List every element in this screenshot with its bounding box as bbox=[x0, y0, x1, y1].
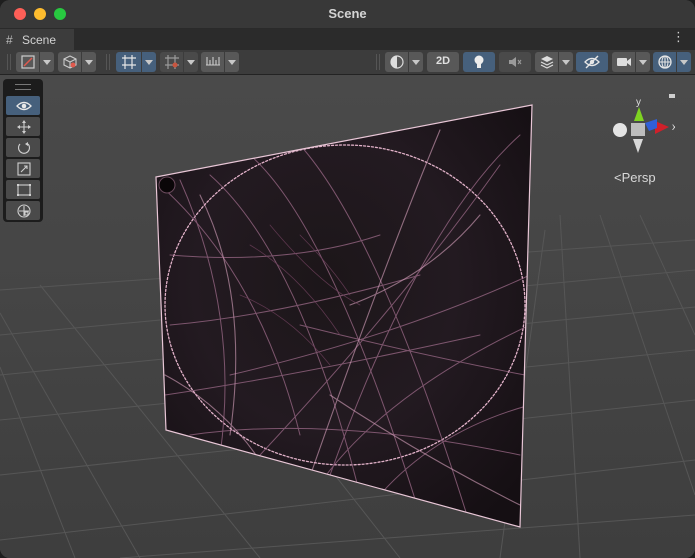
title-bar: Scene bbox=[0, 0, 695, 29]
transform-tool-button[interactable] bbox=[6, 201, 40, 220]
scene-canvas[interactable] bbox=[0, 75, 695, 558]
transform-icon bbox=[17, 204, 31, 218]
increment-snap-icon bbox=[165, 55, 179, 69]
pivot-icon bbox=[21, 55, 35, 69]
scale-tool-button[interactable] bbox=[6, 159, 40, 178]
projection-label: Persp bbox=[621, 170, 656, 185]
pivot-space-dropdown[interactable] bbox=[58, 52, 96, 72]
rotate-icon bbox=[17, 142, 31, 154]
cube-icon bbox=[63, 55, 77, 69]
hidden-eye-icon bbox=[584, 55, 600, 69]
more-options-icon[interactable]: ⋮ bbox=[672, 30, 685, 43]
scale-icon bbox=[17, 162, 31, 176]
gizmo-neg-y-cone[interactable] bbox=[633, 139, 643, 153]
scene-visibility-toggle[interactable] bbox=[576, 52, 608, 72]
orientation-gizmo[interactable]: y x bbox=[605, 85, 675, 159]
move-tool-button[interactable] bbox=[6, 117, 40, 136]
speaker-mute-icon bbox=[509, 57, 522, 67]
projection-toggle[interactable]: <Persp bbox=[614, 170, 656, 185]
rect-tool-button[interactable] bbox=[6, 180, 40, 199]
lighting-toggle[interactable] bbox=[463, 52, 495, 72]
tab-strip: # Scene ⋮ bbox=[0, 29, 695, 50]
ruler-dropdown[interactable] bbox=[201, 52, 239, 72]
rect-icon bbox=[17, 184, 31, 196]
increment-snapping-dropdown[interactable] bbox=[160, 52, 198, 72]
gizmo-x-label: x bbox=[672, 122, 675, 133]
gizmo-center-cube[interactable] bbox=[631, 123, 645, 136]
gizmo-lock-icon[interactable] bbox=[669, 94, 675, 98]
toolbar-grip-icon bbox=[7, 54, 11, 70]
scene-viewport[interactable]: y x <Persp bbox=[0, 75, 695, 558]
tool-handle-dropdown[interactable] bbox=[16, 52, 54, 72]
ruler-icon bbox=[206, 57, 220, 66]
scene-toolbar: 2D bbox=[0, 50, 695, 75]
grid-snap-icon bbox=[122, 55, 136, 69]
draw-mode-dropdown[interactable] bbox=[385, 52, 423, 72]
layers-icon bbox=[540, 56, 554, 69]
tab-scene-label: Scene bbox=[22, 33, 57, 47]
camera-settings-dropdown[interactable] bbox=[612, 52, 650, 72]
toolbar-grip-icon bbox=[106, 54, 110, 70]
overlay-drag-handle[interactable] bbox=[15, 84, 31, 90]
gizmo-neg-x-cone[interactable] bbox=[613, 123, 627, 137]
gizmo-x-axis-cone[interactable] bbox=[655, 121, 669, 134]
gizmo-y-label: y bbox=[636, 97, 641, 108]
tools-overlay bbox=[3, 79, 43, 222]
light-bulb-icon bbox=[474, 55, 484, 68]
toolbar-grip-icon bbox=[376, 54, 380, 70]
gizmo-y-axis-cone[interactable] bbox=[634, 107, 644, 121]
hash-icon: # bbox=[6, 33, 13, 47]
grid-snapping-toggle[interactable] bbox=[116, 52, 156, 72]
2d-mode-button[interactable]: 2D bbox=[427, 52, 459, 72]
rotate-tool-button[interactable] bbox=[6, 138, 40, 157]
camera-icon bbox=[617, 58, 631, 66]
move-icon bbox=[17, 120, 31, 134]
eye-icon bbox=[16, 101, 32, 111]
tab-scene[interactable]: # Scene bbox=[0, 29, 74, 50]
gizmos-dropdown[interactable] bbox=[653, 52, 691, 72]
audio-toggle[interactable] bbox=[499, 52, 531, 72]
shading-icon bbox=[390, 55, 404, 69]
back-arrow-icon: < bbox=[614, 170, 622, 185]
editor-window: Scene # Scene ⋮ 2D y x <Persp bbox=[0, 0, 695, 558]
effects-dropdown[interactable] bbox=[535, 52, 573, 72]
window-title: Scene bbox=[328, 6, 367, 21]
view-tool-button[interactable] bbox=[6, 96, 40, 115]
gizmo-globe-icon bbox=[658, 55, 672, 69]
